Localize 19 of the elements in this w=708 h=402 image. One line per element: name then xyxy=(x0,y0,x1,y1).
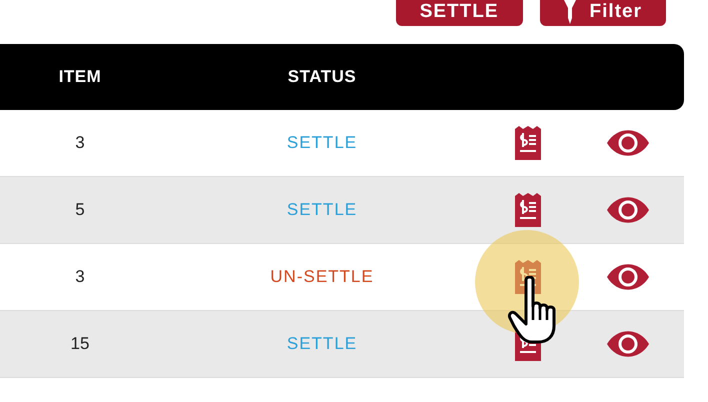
eye-icon[interactable] xyxy=(607,197,649,223)
settle-button[interactable]: SETTLE xyxy=(396,0,523,26)
status-cell: SETTLE xyxy=(286,133,358,153)
filter-button[interactable]: Filter xyxy=(540,0,666,26)
filter-icon xyxy=(564,0,576,24)
item-cell-text: 3 xyxy=(74,133,86,153)
item-cell-text: 3 xyxy=(74,267,86,287)
column-header: STATUS xyxy=(286,67,358,87)
item-cell-text: 5 xyxy=(74,200,86,220)
receipt-icon[interactable] xyxy=(515,193,541,227)
status-cell: SETTLE xyxy=(286,200,358,220)
column-header: ITEM xyxy=(58,67,102,87)
eye-icon[interactable] xyxy=(607,130,649,156)
item-cell-text: 15 xyxy=(70,334,90,354)
status-cell: UN-SETTLE xyxy=(270,267,374,287)
eye-icon[interactable] xyxy=(607,264,649,290)
status-cell: SETTLE xyxy=(286,334,358,354)
receipt-icon[interactable] xyxy=(515,126,541,160)
eye-icon[interactable] xyxy=(607,331,649,357)
